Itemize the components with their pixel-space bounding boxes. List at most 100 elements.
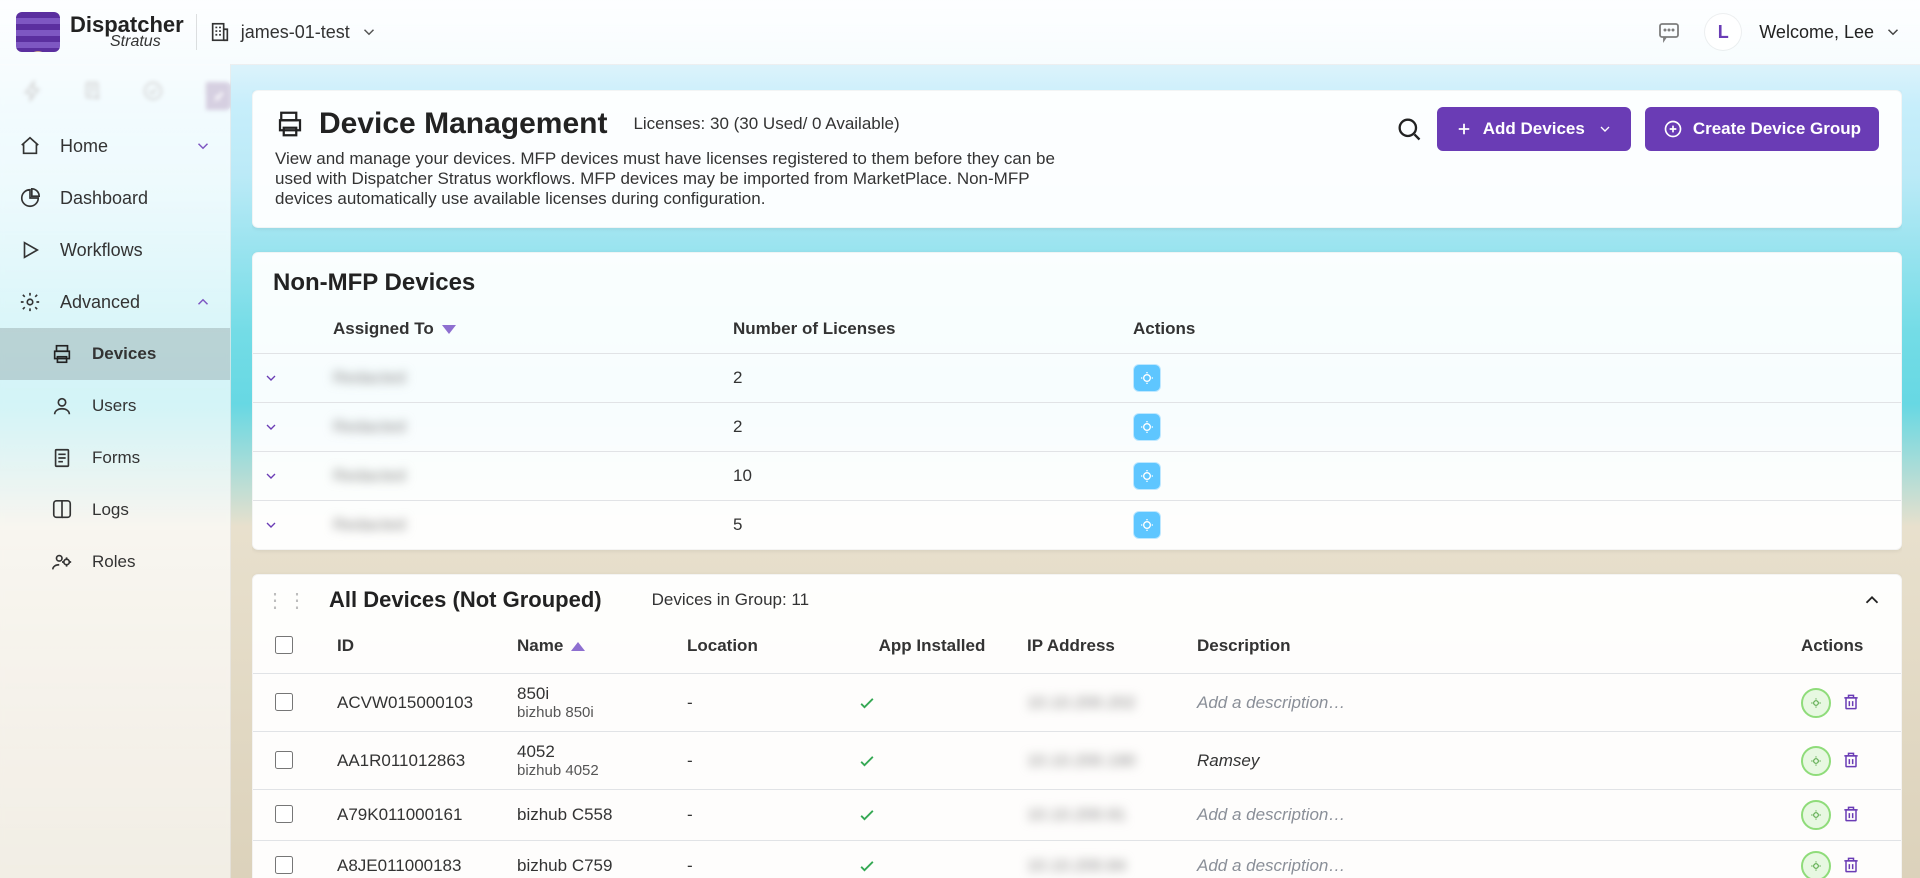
expand-row[interactable] (263, 370, 313, 386)
nav-logs[interactable]: Logs (0, 484, 230, 536)
col-name[interactable]: Name (507, 619, 677, 674)
user-icon (50, 394, 74, 418)
nav-devices[interactable]: Devices (0, 328, 230, 380)
expand-row[interactable] (263, 419, 313, 435)
table-row: AA1R011012863 4052bizhub 4052 - 10.10.20… (253, 732, 1901, 790)
configure-action-icon[interactable] (1801, 688, 1831, 718)
col-location[interactable]: Location (677, 619, 847, 674)
chevron-down-icon (194, 137, 212, 155)
description-placeholder[interactable]: Add a description… (1197, 805, 1345, 824)
group-header: ⋮⋮ All Devices (Not Grouped) Devices in … (253, 575, 1901, 619)
configure-action-icon[interactable] (1801, 851, 1831, 878)
page-description: View and manage your devices. MFP device… (275, 149, 1055, 209)
description[interactable]: Ramsey (1197, 751, 1259, 770)
device-id: AA1R011012863 (337, 751, 465, 770)
settings-action-icon[interactable] (1133, 413, 1161, 441)
header-left: Device Management Licenses: 30 (30 Used/… (275, 107, 1381, 209)
assigned-to: Redacted (333, 466, 406, 485)
non-mfp-title: Non-MFP Devices (253, 253, 1901, 297)
device-sub: bizhub 4052 (517, 762, 667, 779)
settings-action-icon[interactable] (1133, 462, 1161, 490)
table-row: A8JE011000183 bizhub C759 - 10.10.200.84… (253, 841, 1901, 878)
settings-action-icon[interactable] (1133, 511, 1161, 539)
col-licenses[interactable]: Number of Licenses (723, 305, 1123, 354)
nav-home[interactable]: Home (0, 120, 230, 172)
sidebar: Home Dashboard Workflows Advanced Device… (0, 64, 231, 878)
search-icon[interactable] (1395, 115, 1423, 143)
description-placeholder[interactable]: Add a description… (1197, 693, 1345, 712)
home-icon (18, 134, 42, 158)
device-sub: bizhub 850i (517, 704, 667, 721)
collapse-group[interactable] (1861, 589, 1883, 611)
nav-dashboard[interactable]: Dashboard (0, 172, 230, 224)
user-menu[interactable]: Welcome, Lee (1759, 22, 1902, 43)
divider (196, 14, 197, 50)
topbar-right: L Welcome, Lee (1651, 14, 1902, 50)
settings-action-icon[interactable] (1133, 364, 1161, 392)
chat-icon[interactable] (1651, 14, 1687, 50)
user-avatar[interactable]: L (1705, 14, 1741, 50)
nav-users[interactable]: Users (0, 380, 230, 432)
roles-icon (50, 550, 74, 574)
device-name: bizhub C558 (517, 805, 667, 825)
sort-desc-icon (442, 325, 456, 334)
nav-label: Forms (92, 448, 140, 468)
row-checkbox[interactable] (275, 805, 293, 823)
device-location: - (687, 805, 693, 824)
configure-action-icon[interactable] (1801, 746, 1831, 776)
configure-action-icon[interactable] (1801, 800, 1831, 830)
row-checkbox[interactable] (275, 751, 293, 769)
welcome-text: Welcome, Lee (1759, 22, 1874, 43)
sort-asc-icon (571, 642, 585, 651)
device-icon (275, 109, 305, 139)
col-desc[interactable]: Description (1187, 619, 1791, 674)
select-all-checkbox[interactable] (275, 636, 293, 654)
chevron-down-icon (1597, 121, 1613, 137)
col-ip[interactable]: IP Address (1017, 619, 1187, 674)
table-row: ACVW015000103 850ibizhub 850i - 10.10.20… (253, 674, 1901, 732)
main: Device Management Licenses: 30 (30 Used/… (252, 90, 1902, 878)
check-icon (857, 751, 1007, 771)
description-placeholder[interactable]: Add a description… (1197, 856, 1345, 875)
col-app[interactable]: App Installed (847, 619, 1017, 674)
add-devices-button[interactable]: Add Devices (1437, 107, 1631, 151)
col-select-all[interactable] (253, 619, 327, 674)
nav-label: Home (60, 136, 108, 157)
nav-label: Advanced (60, 292, 140, 313)
nav-forms[interactable]: Forms (0, 432, 230, 484)
device-ip: 10.10.200.84 (1027, 856, 1126, 875)
chevron-up-icon (194, 293, 212, 311)
device-name: 4052 (517, 742, 667, 762)
topbar: Dispatcher Stratus james-01-test L Welco… (0, 0, 1920, 65)
row-checkbox[interactable] (275, 856, 293, 874)
delete-action-icon[interactable] (1841, 804, 1863, 826)
check-icon (857, 805, 1007, 825)
nav-label: Workflows (60, 240, 143, 261)
nav-advanced[interactable]: Advanced (0, 276, 230, 328)
check-icon (857, 856, 1007, 876)
licenses: 10 (733, 466, 752, 485)
page-title: Device Management (275, 107, 607, 141)
drag-handle-icon[interactable]: ⋮⋮ (265, 588, 309, 613)
delete-action-icon[interactable] (1841, 750, 1863, 772)
col-assigned[interactable]: Assigned To (323, 305, 723, 354)
chevron-down-icon (1884, 23, 1902, 41)
nav-roles[interactable]: Roles (0, 536, 230, 588)
device-name: bizhub C759 (517, 856, 667, 876)
all-devices-section: ⋮⋮ All Devices (Not Grouped) Devices in … (252, 574, 1902, 878)
col-id[interactable]: ID (327, 619, 507, 674)
row-checkbox[interactable] (275, 693, 293, 711)
tenant-selector[interactable]: james-01-test (209, 21, 378, 43)
table-row: Redacted 10 (253, 452, 1901, 501)
delete-action-icon[interactable] (1841, 692, 1863, 714)
book-icon (50, 498, 74, 522)
expand-row[interactable] (263, 517, 313, 533)
user-initial: L (1718, 22, 1729, 43)
nav-workflows[interactable]: Workflows (0, 224, 230, 276)
create-group-button[interactable]: Create Device Group (1645, 107, 1879, 151)
expand-row[interactable] (263, 468, 313, 484)
nav-label: Users (92, 396, 136, 416)
delete-action-icon[interactable] (1841, 855, 1863, 877)
brand[interactable]: Dispatcher Stratus (6, 12, 184, 52)
assigned-to: Redacted (333, 417, 406, 436)
